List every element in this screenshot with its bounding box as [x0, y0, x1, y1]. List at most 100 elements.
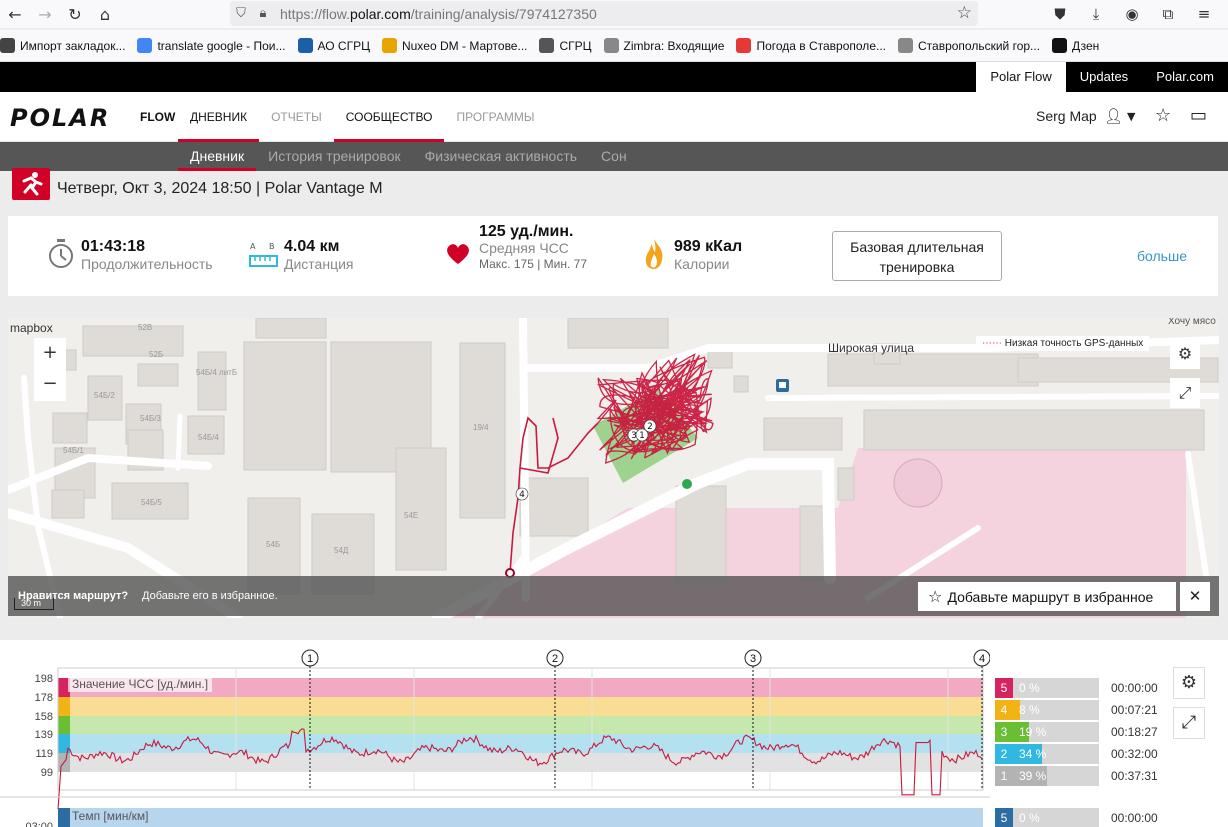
- sgrc-small-icon: [898, 38, 913, 53]
- hr-chart-svg[interactable]: 198 178 158 139 119 99 1 2 3 4 Значение ЧСС [уд./м…: [0, 640, 990, 827]
- lap-label: 4: [979, 653, 985, 665]
- calories-value: 989 кКал: [674, 238, 743, 255]
- building-label: 52Б: [149, 350, 164, 359]
- nav-diary[interactable]: ДНЕВНИК: [178, 92, 260, 142]
- account-icon[interactable]: ◉: [1114, 0, 1150, 28]
- user-icon[interactable]: 👤︎: [1104, 107, 1123, 125]
- building-label: 54Б/3: [140, 414, 161, 423]
- subnav-sleep[interactable]: Сон: [589, 142, 639, 171]
- top-link-polar-com[interactable]: Polar.com: [1142, 62, 1228, 92]
- zoom-in-button[interactable]: +: [34, 338, 66, 370]
- building-label: 54Б/1: [63, 446, 84, 455]
- bookmark-label: Погода в Ставрополе...: [756, 38, 886, 53]
- add-favorite-route-button[interactable]: ☆ Добавьте маршрут в избранное: [918, 582, 1176, 611]
- map-fullscreen-icon[interactable]: ⤢: [1170, 378, 1200, 408]
- nav-reports[interactable]: ОТЧЕТЫ: [259, 92, 334, 142]
- route-map[interactable]: 4 2 3 1 52В 52Б 54Б/2 54Б/4 литБ 54Б/3 5…: [8, 318, 1219, 618]
- favorites-star-icon[interactable]: ☆: [1155, 105, 1171, 126]
- top-link-updates[interactable]: Updates: [1066, 62, 1142, 92]
- subnav-diary[interactable]: Дневник: [178, 142, 257, 171]
- menu-icon[interactable]: ≡: [1186, 0, 1222, 28]
- bookmark-item[interactable]: Zimbra: Входящие: [603, 38, 724, 53]
- reload-icon[interactable]: ↻: [60, 0, 90, 28]
- bookmark-item[interactable]: Дзен: [1052, 38, 1099, 53]
- extensions-icon[interactable]: ⧉: [1150, 0, 1186, 28]
- duration-value: 01:43:18: [81, 238, 146, 255]
- chart-fullscreen-icon[interactable]: ⤢: [1173, 707, 1205, 739]
- google-icon: [137, 38, 153, 53]
- zone-percent: 39 %: [1019, 769, 1047, 783]
- nav-programs[interactable]: ПРОГРАММЫ: [444, 92, 546, 142]
- map-scale: 30 m: [14, 598, 54, 610]
- polar-logo[interactable]: POLAR: [10, 104, 110, 132]
- bookmark-item[interactable]: Импорт закладок...: [0, 38, 125, 53]
- y-tick-label: 158: [35, 711, 53, 723]
- url-path: /training/analysis/7974127350: [410, 5, 597, 22]
- hr-average-label: Средняя ЧСС: [479, 240, 569, 256]
- bookmark-star-icon[interactable]: ☆: [957, 3, 972, 23]
- bookmark-item[interactable]: Nuxeo DM - Мартове...: [381, 38, 528, 53]
- map-canvas[interactable]: 4 2 3 1: [8, 318, 1219, 618]
- bookmark-item[interactable]: Ставропольский гор...: [898, 38, 1040, 53]
- address-bar[interactable]: ⛉ 🔒︎ https://flow.polar.com/training/ana…: [230, 1, 978, 26]
- building-label: 52В: [138, 323, 153, 332]
- chevron-down-icon[interactable]: ▼: [1127, 110, 1135, 123]
- hr-zone-row[interactable]: 4 8 %: [995, 700, 1099, 720]
- hr-minmax: Макс. 175 | Мин. 77: [479, 257, 588, 271]
- duration-label: Продолжительность: [81, 256, 213, 272]
- mapbox-logo[interactable]: mapbox: [10, 321, 53, 335]
- back-icon[interactable]: ←: [0, 0, 30, 28]
- zoom-out-button[interactable]: −: [34, 369, 66, 401]
- top-link-polar-flow[interactable]: Polar Flow: [976, 62, 1066, 92]
- messages-icon[interactable]: ▭: [1190, 105, 1207, 126]
- shield-icon[interactable]: ⛉: [230, 6, 252, 21]
- zimbra-icon: [603, 38, 619, 53]
- pocket-icon[interactable]: ⛊: [1042, 0, 1078, 28]
- hr-zone-row[interactable]: 3 19 %: [995, 722, 1099, 742]
- zone-percent: 19 %: [1019, 725, 1047, 739]
- nav-community[interactable]: СООБЩЕСТВО: [333, 92, 445, 142]
- url-text[interactable]: https://flow.polar.com/training/analysis…: [280, 6, 597, 22]
- street-label: Широкая улица: [828, 341, 915, 355]
- bookmark-item[interactable]: АО СГРЦ: [297, 38, 370, 53]
- bookmark-item[interactable]: translate google - Пои...: [137, 38, 286, 53]
- lock-icon[interactable]: 🔒︎: [252, 6, 274, 21]
- bookmark-item[interactable]: СГРЦ: [539, 38, 592, 53]
- browser-tools: ⛊ ⤓ ◉ ⧉ ≡: [1042, 0, 1222, 28]
- hr-zone-row[interactable]: 5 0 %: [995, 678, 1099, 698]
- y-tick-label: 99: [41, 767, 53, 779]
- bookmark-label: Nuxeo DM - Мартове...: [401, 38, 528, 53]
- map-settings-gear-icon[interactable]: ⚙: [1170, 339, 1200, 369]
- dzen-icon: [1052, 38, 1068, 53]
- zone-number: 3: [995, 722, 1013, 742]
- close-icon[interactable]: ✕: [1180, 582, 1210, 611]
- subnav-activity[interactable]: Физическая активность: [413, 142, 589, 171]
- more-link[interactable]: больше: [1137, 248, 1187, 264]
- poi-label: Хочу мясо: [1168, 318, 1216, 327]
- zone-number: 1: [995, 766, 1013, 786]
- pace-zone-row[interactable]: 5 0 %: [995, 808, 1099, 827]
- training-title: Четверг, Окт 3, 2024 18:50 | Polar Vanta…: [57, 180, 383, 197]
- yandex-icon: [736, 38, 752, 53]
- user-name[interactable]: Serg Map: [1036, 108, 1097, 124]
- route-start-marker[interactable]: [682, 479, 692, 489]
- gps-legend-text: Низкая точность GPS-данных: [1004, 338, 1144, 349]
- chart-settings-gear-icon[interactable]: ⚙: [1173, 667, 1205, 699]
- favorite-route-banner: Нравится маршрут? Добавьте его в избранн…: [8, 576, 1219, 616]
- training-benefit-button[interactable]: Базовая длительная тренировка: [832, 231, 1002, 281]
- home-icon[interactable]: ⌂: [90, 0, 120, 28]
- download-icon[interactable]: ⤓: [1078, 0, 1114, 28]
- bookmark-item[interactable]: Погода в Ставрополе...: [736, 38, 886, 53]
- zone-percent: 34 %: [1019, 747, 1047, 761]
- building-label: 54Б: [266, 540, 281, 549]
- stopwatch-icon: [49, 239, 73, 268]
- pace-legend-label: Темп [мин/км]: [72, 809, 149, 823]
- hr-zone-row[interactable]: 2 34 %: [995, 744, 1099, 764]
- forward-icon[interactable]: →: [30, 0, 60, 28]
- gps-legend: ⋯⋯ Низкая точность GPS-данных: [976, 336, 1150, 351]
- distance-value: 4.04 км: [284, 238, 340, 255]
- subnav-history[interactable]: История тренировок: [256, 142, 412, 171]
- hr-zone-row[interactable]: 1 39 %: [995, 766, 1099, 786]
- samples-chart: 198 178 158 139 119 99 1 2 3 4 Значение ЧСС [уд./м…: [0, 640, 1228, 827]
- sgrc-icon: [297, 38, 313, 53]
